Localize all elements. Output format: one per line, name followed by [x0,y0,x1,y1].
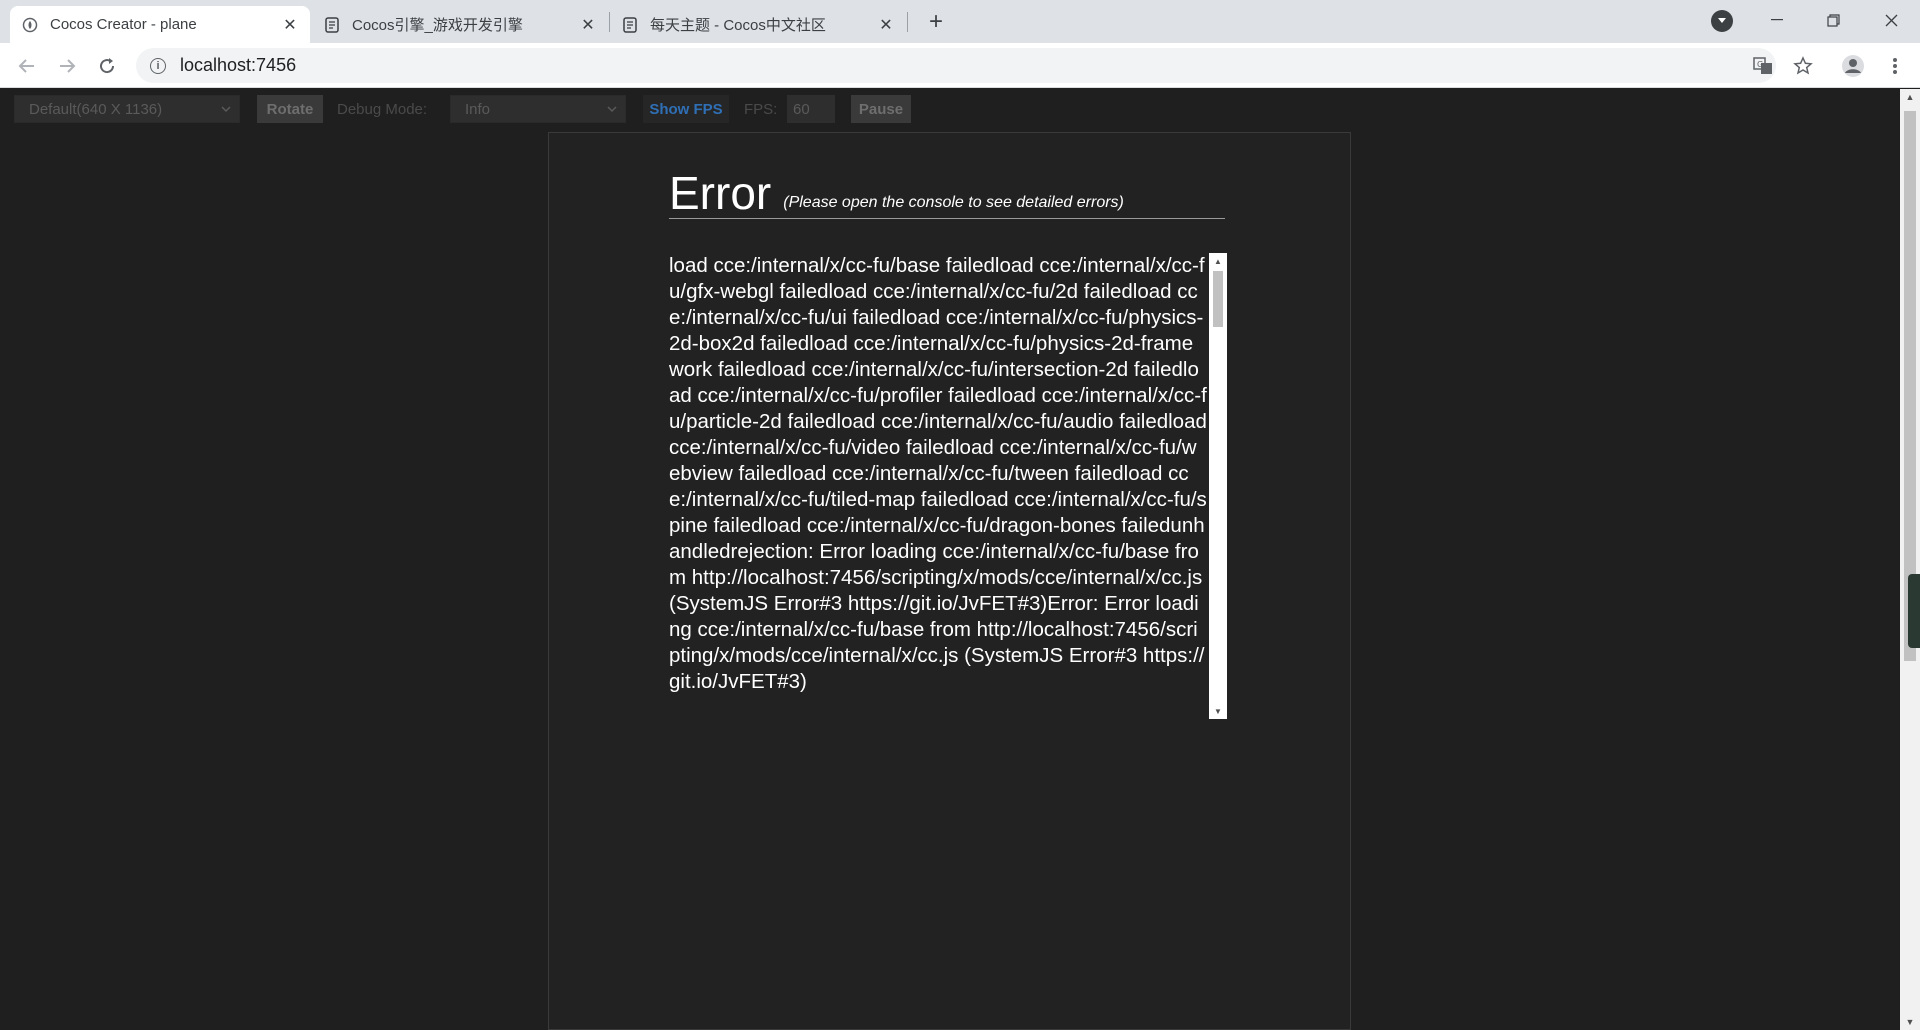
more-vertical-icon [1893,58,1897,74]
cocos-creator-icon [22,17,38,33]
tab-title: 每天主题 - Cocos中文社区 [650,17,826,34]
minimize-icon [1771,19,1783,21]
reload-button[interactable] [92,51,122,81]
close-window-button[interactable] [1868,4,1914,36]
svg-text:G: G [1757,60,1763,69]
tab-title: Cocos Creator - plane [50,16,197,33]
debug-mode-label: Debug Mode: [337,100,428,118]
close-tab-icon[interactable]: ✕ [878,17,894,34]
close-tab-icon[interactable]: ✕ [580,17,596,34]
error-scrollbar[interactable]: ▲ ▼ [1209,253,1227,719]
chevron-down-icon [1718,18,1726,23]
restore-button[interactable] [1810,4,1856,36]
minimize-button[interactable] [1754,4,1800,36]
tab-search-button[interactable] [1711,10,1733,32]
debug-mode-value: Info [465,100,491,118]
show-fps-button[interactable]: Show FPS [643,95,729,123]
address-url[interactable]: localhost:7456 [180,55,296,76]
pause-button[interactable]: Pause [851,95,911,123]
game-canvas-frame[interactable]: Error (Please open the console to see de… [548,132,1351,1030]
preview-toolbar: Default(640 X 1136) Rotate Debug Mode: I… [0,89,1900,132]
tab-title: Cocos引擎_游戏开发引擎 [352,17,523,34]
new-tab-button[interactable]: + [922,8,950,36]
error-hint: (Please open the console to see detailed… [783,194,1124,211]
info-icon[interactable]: i [150,57,166,74]
close-tab-icon[interactable]: ✕ [282,17,298,34]
device-select[interactable]: Default(640 X 1136) [14,95,240,123]
fps-input[interactable]: 60 [787,95,835,123]
scroll-down-icon[interactable]: ▼ [1904,1016,1916,1028]
scroll-down-icon[interactable]: ▼ [1213,705,1223,717]
browser-toolbar: i localhost:7456 G [0,43,1920,88]
address-bar[interactable]: i localhost:7456 [136,48,1776,83]
translate-button[interactable]: G [1748,51,1778,81]
tab-separator [907,12,908,32]
cocos-doc-icon [324,16,340,33]
reload-icon [100,58,115,74]
chevron-down-icon [221,106,231,113]
profile-button[interactable] [1838,51,1868,81]
device-select-value: Default(640 X 1136) [29,100,163,118]
translate-icon: G [1753,57,1772,74]
error-message-box[interactable]: load cce:/internal/x/cc-fu/base failedlo… [669,253,1207,719]
scroll-up-icon[interactable]: ▲ [1213,255,1223,267]
chevron-down-icon [607,106,617,113]
error-header: Error (Please open the console to see de… [669,170,1225,219]
error-message: load cce:/internal/x/cc-fu/base failedlo… [669,254,1207,693]
page-scrollbar[interactable]: ▲ ▼ [1900,89,1920,1030]
scroll-up-icon[interactable]: ▲ [1904,91,1916,103]
cocos-doc-icon [622,16,638,33]
browser-menu-button[interactable] [1880,51,1910,81]
restore-icon [1826,13,1840,27]
scrollbar-thumb[interactable] [1213,271,1223,327]
error-title: Error [669,167,772,219]
tab-cocos-creator-plane[interactable]: Cocos Creator - plane ✕ [10,6,310,43]
avatar-icon [1842,55,1864,77]
bookmark-button[interactable] [1788,51,1818,81]
arrow-right-icon [60,59,76,73]
rotate-button[interactable]: Rotate [257,95,323,123]
close-icon [1885,14,1897,26]
star-icon [1793,56,1813,75]
arrow-left-icon [18,59,34,73]
fps-label: FPS: [744,100,778,118]
tab-cocos-engine[interactable]: Cocos引擎_游戏开发引擎 ✕ [312,6,608,43]
forward-button[interactable] [52,51,82,81]
preview-page: Default(640 X 1136) Rotate Debug Mode: I… [0,89,1900,1030]
side-panel-handle[interactable] [1908,574,1920,648]
debug-mode-select[interactable]: Info [450,95,626,123]
back-button[interactable] [12,51,42,81]
tab-cocos-community[interactable]: 每天主题 - Cocos中文社区 ✕ [610,6,906,43]
browser-tab-strip: Cocos Creator - plane ✕ Cocos引擎_游戏开发引擎 ✕… [0,0,1920,43]
